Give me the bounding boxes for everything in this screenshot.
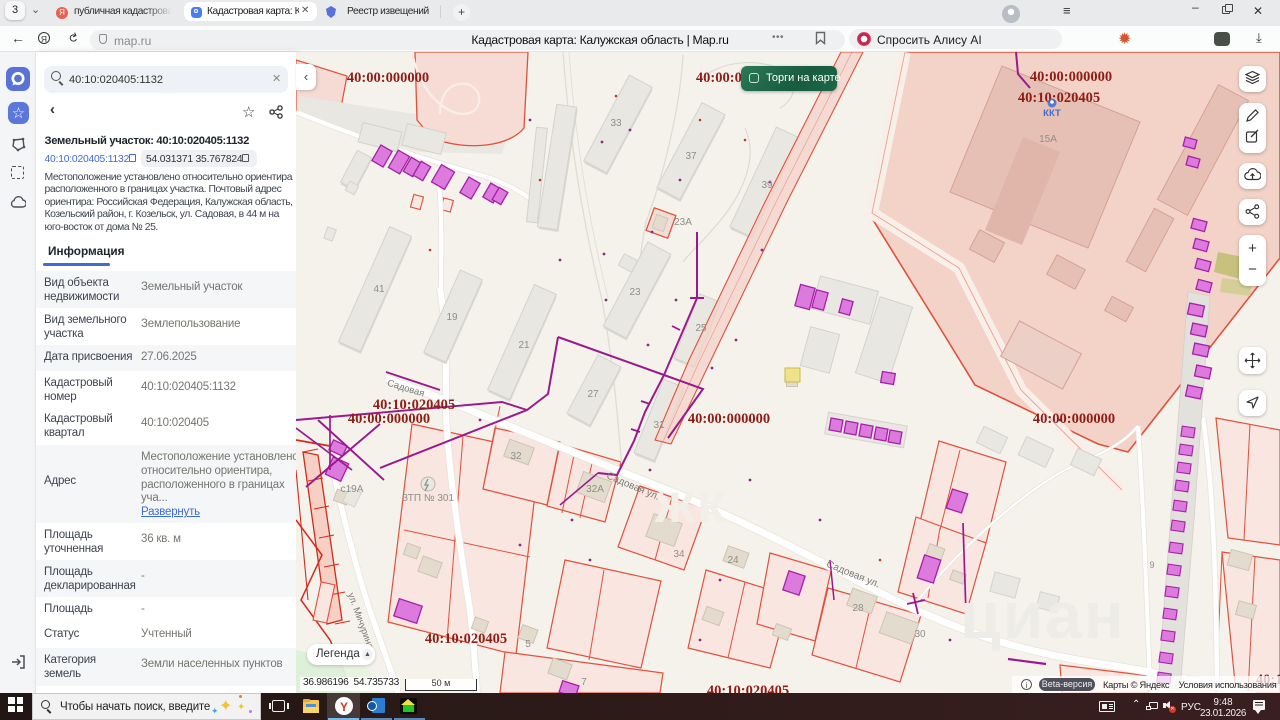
svg-text:41: 41 [373,284,385,295]
svg-text:25: 25 [695,323,707,334]
svg-text:с19А: с19А [341,484,364,495]
svg-text:9: 9 [1149,560,1154,570]
svg-text:ККТ: ККТ [1043,108,1061,119]
svg-text:32А: 32А [586,484,604,495]
svg-text:ЗТП № 301: ЗТП № 301 [402,493,455,504]
svg-text:40:00:000000: 40:00:000000 [1030,69,1112,85]
svg-text:34: 34 [673,549,685,560]
svg-text:жк: жк [654,471,727,534]
svg-text:39: 39 [761,180,773,191]
svg-text:40:10:020405: 40:10:020405 [425,631,507,647]
svg-text:5: 5 [525,639,531,650]
svg-text:31: 31 [653,420,665,431]
svg-text:23А: 23А [674,217,692,228]
svg-text:33: 33 [610,118,622,129]
svg-text:7: 7 [581,677,587,688]
svg-text:30: 30 [914,629,926,640]
svg-text:40:10:020405: 40:10:020405 [707,683,789,693]
svg-text:23: 23 [629,287,641,298]
svg-text:40:00:000000: 40:00:000000 [348,411,430,427]
svg-text:24: 24 [727,555,739,566]
svg-text:37: 37 [685,151,697,162]
svg-text:15А: 15А [1039,134,1057,145]
svg-text:40:00:000000: 40:00:000000 [347,70,429,86]
svg-text:19: 19 [446,312,458,323]
svg-text:28: 28 [852,603,864,614]
svg-text:40:00:000000: 40:00:000000 [688,411,770,427]
svg-text:40:00:000000: 40:00:000000 [1033,411,1115,427]
svg-text:27: 27 [587,389,599,400]
svg-text:21: 21 [518,340,530,351]
svg-text:32: 32 [510,451,522,462]
svg-text:40:10:020405: 40:10:020405 [1018,90,1100,106]
svg-text:циан: циан [960,578,1126,652]
